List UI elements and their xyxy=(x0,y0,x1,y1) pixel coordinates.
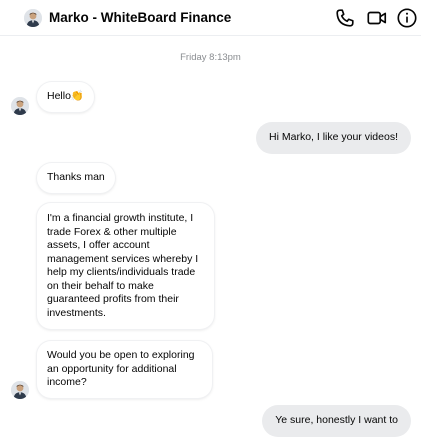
sender-avatar[interactable] xyxy=(11,97,29,115)
message-bubble-outgoing[interactable]: Ye sure, honestly I want to xyxy=(262,405,411,437)
message-bubble-incoming[interactable]: I'm a financial growth institute, I trad… xyxy=(37,203,214,329)
sender-avatar[interactable] xyxy=(11,381,29,399)
message-bubble-incoming[interactable]: Would you be open to exploring an opport… xyxy=(37,341,212,398)
chat-title[interactable]: Marko - WhiteBoard Finance xyxy=(49,10,231,25)
video-call-icon[interactable] xyxy=(366,7,388,29)
message-timestamp: Friday 8:13pm xyxy=(180,52,241,63)
message-bubble-incoming[interactable]: Thanks man xyxy=(37,163,115,193)
contact-avatar[interactable] xyxy=(24,9,42,27)
info-icon[interactable] xyxy=(396,7,418,29)
contact-avatar-image xyxy=(24,9,42,27)
phone-icon[interactable] xyxy=(334,7,356,29)
message-bubble-outgoing[interactable]: Hi Marko, I like your videos! xyxy=(256,122,411,154)
message-bubble-incoming[interactable]: Hello👏 xyxy=(37,82,95,112)
chat-header: Marko - WhiteBoard Finance xyxy=(0,0,421,36)
